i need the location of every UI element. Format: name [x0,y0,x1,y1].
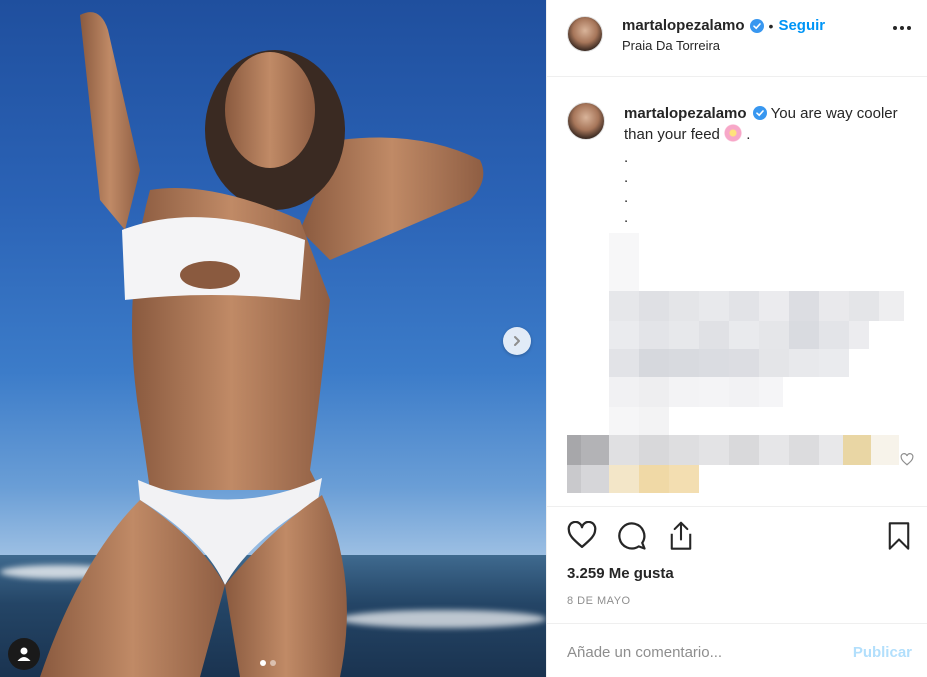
carousel-indicator [260,660,276,666]
post-location[interactable]: Praia Da Torreira [622,38,720,53]
add-comment-bar: Publicar [547,623,927,677]
carousel-dot-active [260,660,266,666]
pixelated-redaction [567,233,904,493]
ellipsis-icon [893,26,897,30]
comment-like-heart-icon[interactable] [900,453,914,466]
post-photo[interactable] [0,0,546,677]
post-actions: 3.259 Me gusta 8 DE MAYO [547,506,927,623]
more-options-button[interactable] [893,26,911,30]
likes-count[interactable]: 3.259 Me gusta [567,565,674,582]
user-tag-icon [17,647,31,661]
author-username[interactable]: martalopezalamo [622,17,745,34]
post-date: 8 DE MAYO [567,595,631,607]
comment-input[interactable] [567,640,827,664]
author-line: martalopezalamo • Seguir [622,17,825,34]
comment-icon[interactable] [617,521,647,551]
publish-button[interactable]: Publicar [853,644,912,661]
tagged-users-button[interactable] [8,638,40,670]
verified-badge-icon [749,18,764,33]
author-avatar[interactable] [567,16,603,52]
separator-dot: • [768,17,774,34]
follow-button[interactable]: Seguir [778,17,825,34]
post-header: martalopezalamo • Seguir Praia Da Torrei… [547,0,927,77]
heart-icon[interactable] [567,521,597,549]
chevron-right-icon [514,336,520,346]
comments-area[interactable]: martalopezalamo You are way cooler than … [547,78,927,506]
carousel-dot [270,660,276,666]
post-side-panel: martalopezalamo • Seguir Praia Da Torrei… [546,0,927,677]
carousel-next-button[interactable] [503,327,531,355]
bookmark-icon[interactable] [887,521,911,551]
share-icon[interactable] [667,521,695,551]
